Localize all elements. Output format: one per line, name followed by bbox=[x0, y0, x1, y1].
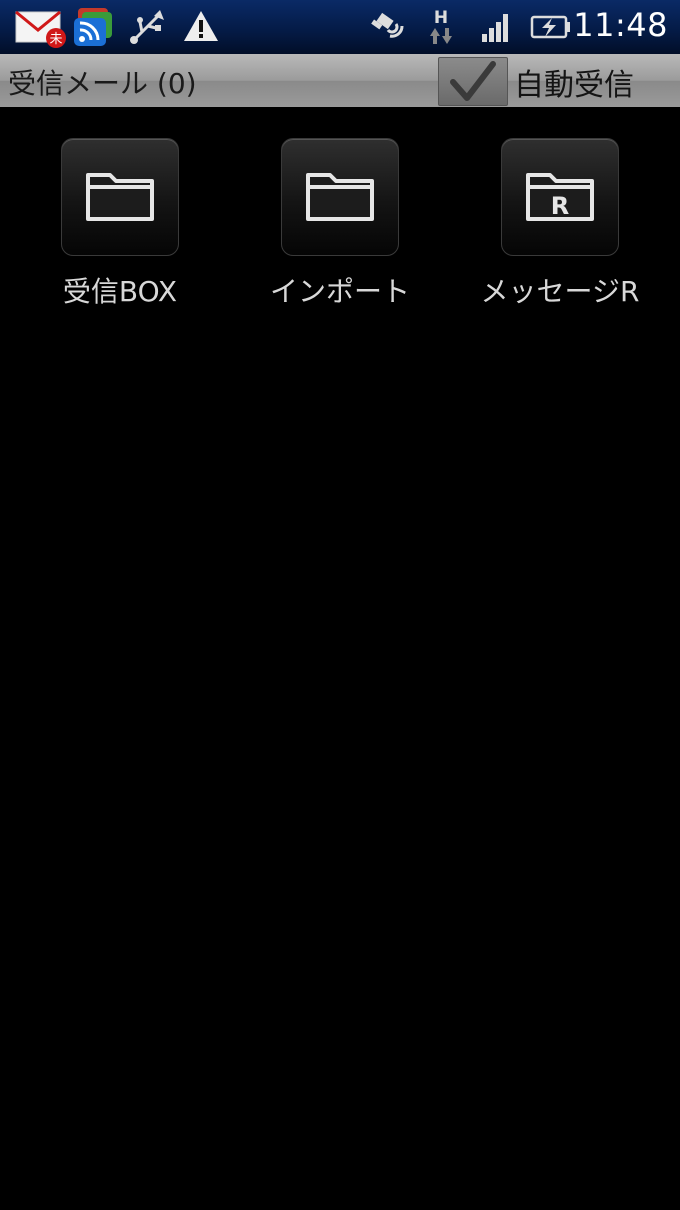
usb-icon bbox=[128, 8, 166, 50]
battery-charging-icon bbox=[530, 12, 572, 46]
title-bar: 受信メール (0) 自動受信 bbox=[0, 54, 680, 107]
folder-r-badge: R bbox=[551, 192, 569, 220]
folder-label: インポート bbox=[269, 275, 410, 308]
folder-label: 受信BOX bbox=[62, 275, 178, 308]
folder-import[interactable]: インポート bbox=[250, 138, 430, 310]
folder-icon bbox=[86, 173, 154, 221]
network-letter: H bbox=[434, 8, 448, 28]
auto-receive-checkbox[interactable] bbox=[438, 57, 508, 106]
checkmark-icon bbox=[450, 61, 496, 101]
signal-icon bbox=[478, 10, 514, 48]
folder-tile[interactable] bbox=[281, 138, 399, 256]
page-title: 受信メール (0) bbox=[8, 67, 197, 100]
folder-tile[interactable]: R bbox=[501, 138, 619, 256]
folder-inbox[interactable]: 受信BOX bbox=[30, 138, 210, 310]
status-time: 11:48 bbox=[573, 6, 668, 44]
folder-icon bbox=[306, 173, 374, 221]
auto-receive-label[interactable]: 自動受信 bbox=[514, 60, 634, 104]
folder-message-r[interactable]: R メッセージR bbox=[470, 138, 650, 310]
rss-icon bbox=[72, 6, 116, 52]
folder-label: メッセージR bbox=[480, 275, 640, 308]
mail-notification-icon: 未 bbox=[14, 8, 68, 52]
hsdpa-icon: H bbox=[424, 6, 458, 52]
warning-icon bbox=[182, 8, 220, 48]
gps-icon bbox=[370, 10, 408, 48]
folder-r-icon: R bbox=[526, 173, 594, 221]
mail-badge-text: 未 bbox=[49, 32, 62, 47]
status-bar[interactable]: 未 H 11:48 bbox=[0, 0, 680, 54]
folder-tile[interactable] bbox=[61, 138, 179, 256]
